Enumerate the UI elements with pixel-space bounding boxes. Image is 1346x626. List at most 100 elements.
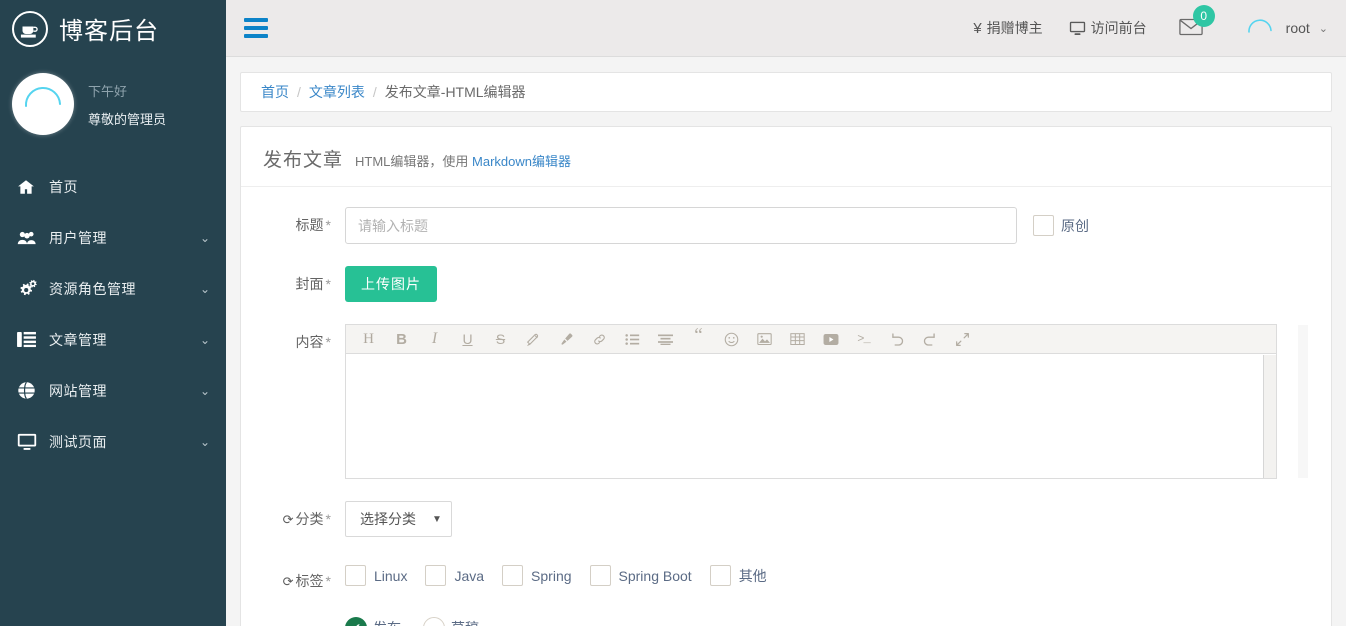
status-radio-draft[interactable]: 草稿 [423, 617, 479, 626]
tag-checkbox-java[interactable] [425, 565, 447, 586]
label-category: ⟳ 分类 * [241, 501, 345, 529]
home-icon [17, 178, 43, 196]
strikethrough-icon[interactable]: S [484, 326, 517, 353]
chevron-down-icon: ▼ [432, 513, 442, 525]
breadcrumb-separator: / [372, 84, 377, 100]
user-name: root [1285, 20, 1310, 36]
sidebar-item-article-management[interactable]: 文章管理 ⌄ [0, 314, 226, 365]
tag-item: Java [425, 565, 484, 586]
chevron-down-icon: ⌄ [1318, 22, 1328, 35]
users-icon [17, 229, 43, 247]
breadcrumb-separator: / [297, 84, 301, 100]
unordered-list-icon[interactable] [616, 326, 649, 353]
tag-checkbox-spring[interactable] [502, 565, 524, 586]
topbar: ¥ 捐赠博主 访问前台 0 root ⌄ [226, 0, 1346, 57]
control-category: 选择分类 ▼ [345, 501, 1331, 537]
topbar-nav: ¥ 捐赠博主 访问前台 0 root ⌄ [973, 4, 1328, 45]
original-checkbox-group: 原创 [1033, 207, 1089, 236]
sidebar-item-label: 测试页面 [49, 433, 107, 450]
brush-icon[interactable] [550, 326, 583, 353]
tag-checkbox-other[interactable] [709, 565, 731, 586]
sidebar-item-home[interactable]: 首页 [0, 161, 226, 212]
required-marker: * [325, 573, 331, 589]
mail-button[interactable]: 0 [1173, 4, 1215, 39]
breadcrumb-item-article-list[interactable]: 文章列表 [309, 82, 365, 102]
tag-label: Spring [531, 567, 572, 584]
gears-icon [17, 279, 43, 298]
greeting-subtitle: 尊敬的管理员 [88, 111, 167, 127]
greeting-text: 下午好 [88, 83, 128, 99]
radio-checked-icon: ✔ [345, 617, 367, 626]
heading-icon[interactable]: H [352, 326, 385, 353]
video-icon[interactable] [814, 326, 847, 353]
publish-article-panel: 发布文章 HTML编辑器，使用 Markdown编辑器 标题 * 请输入标题 原… [240, 126, 1332, 626]
upload-image-button[interactable]: 上传图片 [345, 266, 437, 302]
editor-content-area[interactable] [346, 355, 1264, 478]
tag-label: Linux [374, 567, 408, 584]
emoji-icon[interactable] [715, 326, 748, 353]
panel-subtitle: HTML编辑器，使用 Markdown编辑器 [355, 151, 571, 170]
sidebar-item-user-management[interactable]: 用户管理 ⌄ [0, 212, 226, 263]
undo-icon[interactable] [880, 326, 913, 353]
quote-icon[interactable]: “ [682, 326, 715, 353]
required-marker: * [325, 276, 331, 292]
label-cover: 封面 * [241, 266, 345, 294]
visit-front-link[interactable]: 访问前台 [1069, 18, 1147, 38]
user-menu[interactable]: root ⌄ [1243, 11, 1328, 45]
avatar[interactable] [12, 73, 74, 135]
form-row-cover: 封面 * 上传图片 [241, 266, 1331, 302]
control-cover: 上传图片 [345, 266, 1331, 302]
form-row-category: ⟳ 分类 * 选择分类 ▼ [241, 501, 1331, 537]
sidebar-item-test-page[interactable]: 测试页面 ⌄ [0, 416, 226, 467]
tag-checkbox-list: Linux Java Spring Spring Boot 其他 [345, 559, 785, 586]
editor-scrollbar[interactable] [1264, 355, 1276, 478]
donate-link[interactable]: ¥ 捐赠博主 [973, 18, 1042, 38]
align-icon[interactable] [649, 326, 682, 353]
brand[interactable]: 博客后台 [0, 0, 226, 57]
control-tags: Linux Java Spring Spring Boot 其他 [345, 559, 1331, 586]
tag-label: Java [454, 567, 485, 584]
sidebar-item-label: 网站管理 [49, 382, 107, 399]
tag-checkbox-linux[interactable] [345, 565, 366, 586]
bold-icon[interactable]: B [385, 326, 418, 353]
radio-unchecked-icon [423, 617, 445, 626]
required-marker: * [325, 217, 331, 233]
page-scrollbar[interactable] [1298, 325, 1308, 478]
breadcrumb-item-home[interactable]: 首页 [261, 82, 289, 102]
link-icon[interactable] [583, 326, 616, 353]
editor-body [346, 354, 1276, 478]
title-input[interactable] [345, 207, 1017, 244]
category-select[interactable]: 选择分类 ▼ [345, 501, 452, 537]
pen-icon[interactable] [517, 326, 550, 353]
mail-badge: 0 [1192, 4, 1215, 27]
hamburger-icon[interactable] [244, 18, 268, 38]
loading-avatar-icon [1247, 19, 1272, 33]
refresh-icon[interactable]: ⟳ [283, 574, 294, 590]
fullscreen-icon[interactable] [946, 326, 979, 353]
status-label: 发布 [373, 618, 401, 626]
breadcrumb-item-current: 发布文章-HTML编辑器 [384, 84, 526, 100]
underline-icon[interactable]: U [451, 326, 484, 353]
tag-item: Spring [502, 565, 572, 586]
markdown-editor-link[interactable]: Markdown编辑器 [472, 154, 571, 169]
monitor-icon [17, 433, 43, 451]
refresh-icon[interactable]: ⟳ [283, 512, 294, 528]
redo-icon[interactable] [913, 326, 946, 353]
image-icon[interactable] [748, 326, 781, 353]
tag-checkbox-spring-boot[interactable] [589, 565, 611, 586]
original-checkbox-label: 原创 [1061, 217, 1089, 234]
original-checkbox[interactable] [1033, 215, 1054, 236]
italic-icon[interactable]: I [418, 326, 451, 353]
form-row-title: 标题* 原创 [241, 207, 1331, 244]
panel-header: 发布文章 HTML编辑器，使用 Markdown编辑器 [241, 127, 1331, 187]
table-icon[interactable] [781, 326, 814, 353]
label-content-text: 内容 [295, 334, 324, 350]
category-select-value: 选择分类 [360, 511, 416, 527]
label-tags: ⟳ 标签 * [241, 559, 345, 591]
control-title: 原创 [345, 207, 1331, 244]
code-icon[interactable]: >_ [847, 326, 880, 353]
sidebar-item-resource-role-management[interactable]: 资源角色管理 ⌄ [0, 263, 226, 314]
sidebar-item-site-management[interactable]: 网站管理 ⌄ [0, 365, 226, 416]
status-radio-publish[interactable]: ✔ 发布 [345, 617, 401, 626]
globe-icon [17, 381, 43, 400]
